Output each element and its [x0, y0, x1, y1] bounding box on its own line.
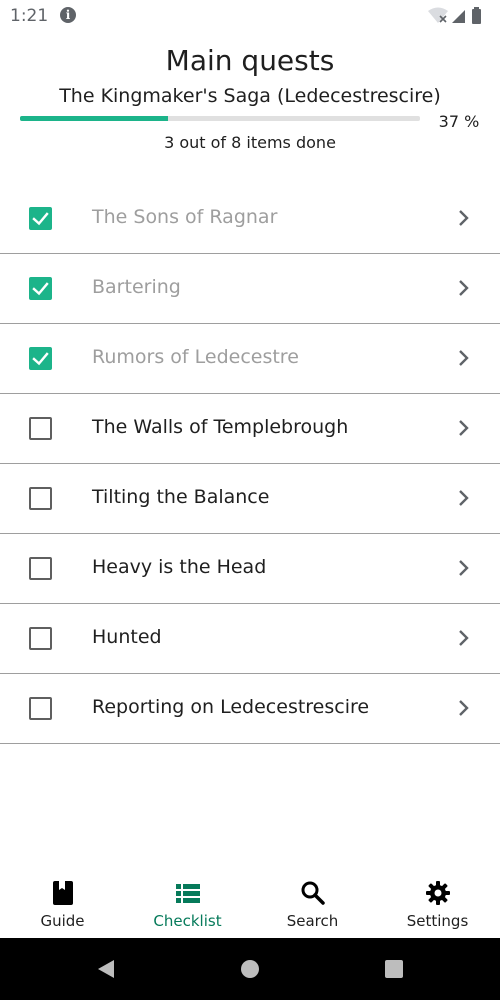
checkbox-checked[interactable] [29, 277, 52, 300]
chevron-right-icon[interactable] [456, 349, 472, 367]
status-icons [428, 7, 481, 24]
checkbox-unchecked[interactable] [29, 417, 52, 440]
nav-item-label: Checklist [153, 912, 222, 930]
checkbox-unchecked[interactable] [29, 627, 52, 650]
checklist-item-label: Tilting the Balance [92, 486, 270, 508]
recents-icon[interactable] [384, 959, 404, 979]
checkbox-unchecked[interactable] [29, 697, 52, 720]
bottom-navigation: Guide Checklist Search Settings [0, 868, 500, 938]
info-icon: i [60, 7, 76, 23]
checklist-item-label: Reporting on Ledecestrescire [92, 696, 370, 718]
checklist-item[interactable]: Heavy is the Head [0, 534, 500, 604]
checklist-item-label: Rumors of Ledecestre [92, 346, 299, 368]
checkbox-unchecked[interactable] [29, 487, 52, 510]
checkbox-checked[interactable] [29, 347, 52, 370]
checklist-item[interactable]: Hunted [0, 604, 500, 674]
checklist-item[interactable]: The Sons of Ragnar [0, 184, 500, 254]
gear-icon [425, 880, 451, 906]
checklist: The Sons of Ragnar Bartering Rumors of Led… [0, 184, 500, 744]
checklist-item-label: Hunted [92, 626, 162, 648]
chevron-right-icon[interactable] [456, 209, 472, 227]
page-subtitle: The Kingmaker's Saga (Ledecestrescire) [59, 85, 441, 107]
status-bar: 1:21 i [0, 0, 500, 32]
check-icon [32, 352, 49, 366]
search-icon [300, 880, 326, 906]
check-icon [32, 212, 49, 226]
checklist-item-label: The Sons of Ragnar [92, 206, 278, 228]
chevron-right-icon[interactable] [456, 559, 472, 577]
check-icon [32, 282, 49, 296]
back-icon[interactable] [96, 959, 116, 979]
nav-item-guide[interactable]: Guide [0, 868, 125, 938]
progress-percent: 37 % [438, 112, 480, 131]
signal-icon [452, 10, 465, 23]
system-navigation-bar [0, 938, 500, 1000]
checkbox-unchecked[interactable] [29, 557, 52, 580]
checklist-item[interactable]: Tilting the Balance [0, 464, 500, 534]
checklist-item[interactable]: Reporting on Ledecestrescire [0, 674, 500, 744]
checklist-item[interactable]: Rumors of Ledecestre [0, 324, 500, 394]
nav-item-label: Settings [406, 912, 469, 930]
nav-item-checklist[interactable]: Checklist [125, 868, 250, 938]
home-icon[interactable] [240, 959, 260, 979]
chevron-right-icon[interactable] [456, 699, 472, 717]
status-time: 1:21 [10, 6, 49, 26]
book-icon [50, 880, 76, 906]
progress-bar [20, 116, 420, 121]
progress-caption: 3 out of 8 items done [164, 133, 336, 152]
checklist-item-label: Heavy is the Head [92, 556, 267, 578]
chevron-right-icon[interactable] [456, 419, 472, 437]
checklist-item-label: The Walls of Templebrough [92, 416, 349, 438]
chevron-right-icon[interactable] [456, 629, 472, 647]
battery-icon [472, 7, 481, 24]
list-icon [175, 880, 201, 906]
chevron-right-icon[interactable] [456, 489, 472, 507]
nav-item-label: Guide [40, 912, 85, 930]
checkbox-checked[interactable] [29, 207, 52, 230]
nav-item-settings[interactable]: Settings [375, 868, 500, 938]
progress-bar-fill [20, 116, 168, 121]
checklist-item[interactable]: Bartering [0, 254, 500, 324]
nav-item-search[interactable]: Search [250, 868, 375, 938]
wifi-icon [428, 7, 448, 23]
page-title: Main quests [165, 44, 335, 77]
checklist-item[interactable]: The Walls of Templebrough [0, 394, 500, 464]
checklist-item-label: Bartering [92, 276, 181, 298]
nav-item-label: Search [286, 912, 339, 930]
chevron-right-icon[interactable] [456, 279, 472, 297]
